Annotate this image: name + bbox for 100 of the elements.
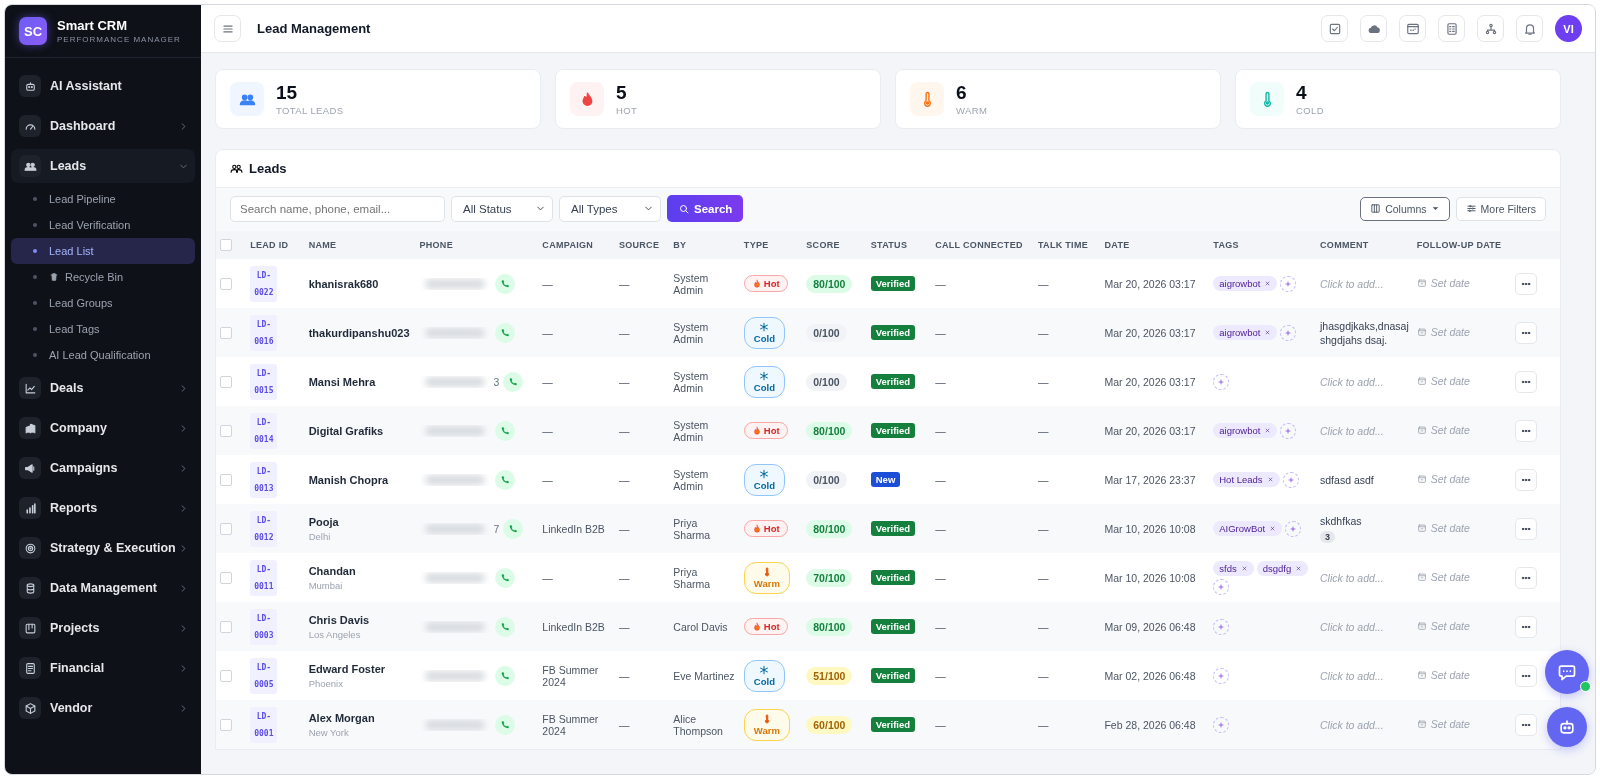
stat-value: 15 <box>276 82 299 102</box>
phone-digit: 3 <box>493 375 500 388</box>
lead-city: New York <box>308 726 350 738</box>
date-text: Mar 10, 2026 10:08 <box>1104 522 1196 535</box>
lead-type-badge: Hot <box>743 618 788 635</box>
owner-text: System Admin <box>673 467 709 492</box>
score-badge: 51/100 <box>806 666 853 685</box>
source-text: — <box>618 571 630 584</box>
sidebar-item[interactable]: Dashboard <box>11 109 195 143</box>
sidebar-subitem[interactable]: Lead List <box>11 238 195 264</box>
column-header: SCORE <box>806 240 840 250</box>
tag-chip: sfds <box>1213 560 1254 576</box>
sidebar-subitem[interactable]: Lead Groups <box>11 290 195 316</box>
stat-value: 5 <box>616 82 628 102</box>
lead-city: Phoenix <box>308 677 344 689</box>
tag-chip: aigrowbot <box>1213 423 1278 438</box>
sidebar-subitem[interactable]: Lead Pipeline <box>11 186 195 212</box>
score-badge: 80/100 <box>806 274 853 293</box>
stat-label: TOTAL LEADS <box>276 104 344 116</box>
call-connected-text: — <box>935 620 946 633</box>
panel-title: Leads <box>249 161 287 176</box>
column-header: TAGS <box>1213 240 1239 250</box>
sidebar-item[interactable]: Deals <box>11 371 195 405</box>
column-header: PHONE <box>419 240 453 250</box>
lead-name[interactable]: Alex Morgan <box>308 711 412 724</box>
sidebar-item[interactable]: Projects <box>11 611 195 645</box>
comment-count-badge: 3 <box>1320 531 1336 543</box>
sidebar-subitem[interactable]: Recycle Bin <box>11 264 195 290</box>
sidebar-item[interactable]: Financial <box>11 651 195 685</box>
app-subtitle: PERFORMANCE MANAGER <box>57 35 181 44</box>
lead-name[interactable]: Pooja <box>308 515 412 528</box>
search-button[interactable]: Search <box>667 195 744 222</box>
date-text: Feb 28, 2026 06:48 <box>1104 718 1196 731</box>
lead-name[interactable]: khanisrak680 <box>308 277 412 290</box>
owner-text: Alice Thompson <box>673 712 723 737</box>
sidebar-item[interactable]: Data Management <box>11 571 195 605</box>
sidebar-item[interactable]: Vendor <box>11 691 195 725</box>
sidebar-item[interactable]: Campaigns <box>11 451 195 485</box>
date-text: Mar 10, 2026 10:08 <box>1104 571 1196 584</box>
date-text: Mar 17, 2026 23:37 <box>1104 473 1196 486</box>
call-connected-text: — <box>935 375 946 388</box>
owner-text: System Admin <box>673 369 709 394</box>
lead-name[interactable]: Chris Davis <box>308 613 412 626</box>
lead-id-badge: LD- 0001 <box>250 706 278 743</box>
stat-label: WARM <box>956 104 988 116</box>
sidebar-item[interactable]: AI Assistant <box>11 69 195 103</box>
status-badge: Verified <box>870 717 916 732</box>
campaign-text: — <box>542 277 553 290</box>
campaign-text: — <box>542 424 553 437</box>
campaign-text: — <box>542 326 553 339</box>
comment-text[interactable]: sdfasd asdf <box>1320 472 1409 487</box>
status-badge: Verified <box>870 276 916 291</box>
sidebar-subitem[interactable]: Lead Tags <box>11 316 195 342</box>
search-field[interactable]: Search name, phone, email... <box>230 195 445 222</box>
phone-digit: 7 <box>493 522 500 535</box>
owner-text: Priya Sharma <box>673 516 711 541</box>
user-avatar[interactable]: VI <box>1555 15 1582 42</box>
sidebar-subitem[interactable]: Lead Verification <box>11 212 195 238</box>
filter-dropdown[interactable]: All Status <box>451 195 553 222</box>
talk-time-text: — <box>1037 473 1049 486</box>
tag-chip: aigrowbot <box>1213 276 1278 291</box>
source-text: — <box>618 522 630 535</box>
date-text: Mar 02, 2026 06:48 <box>1104 669 1196 682</box>
column-header: COMMENT <box>1320 240 1369 250</box>
column-header: NAME <box>308 240 337 250</box>
lead-type-badge: Hot <box>743 275 788 292</box>
campaign-text: FB Summer 2024 <box>542 663 599 688</box>
lead-name[interactable]: Edward Foster <box>308 662 412 675</box>
column-header: CAMPAIGN <box>542 240 594 250</box>
stat-value: 6 <box>956 82 968 102</box>
talk-time-text: — <box>1037 620 1049 633</box>
sidebar-item[interactable]: Company <box>11 411 195 445</box>
tag-chip: Hot Leads <box>1213 472 1280 487</box>
columns-button[interactable]: Columns <box>1360 196 1450 221</box>
filter-dropdown[interactable]: All Types <box>559 195 661 222</box>
lead-name[interactable]: Manish Chopra <box>308 473 412 486</box>
source-text: — <box>618 669 630 682</box>
date-text: Mar 20, 2026 03:17 <box>1104 375 1196 388</box>
comment-text[interactable]: skdhfkas <box>1320 514 1409 528</box>
lead-name[interactable]: Chandan <box>308 564 412 577</box>
talk-time-text: — <box>1037 571 1049 584</box>
page-title: Lead Management <box>257 21 372 36</box>
lead-name[interactable]: Mansi Mehra <box>308 375 412 388</box>
talk-time-text: — <box>1037 326 1049 339</box>
lead-type-badge: Warm <box>743 708 790 741</box>
lead-type-badge: Warm <box>743 561 790 594</box>
score-badge: 80/100 <box>806 519 853 538</box>
campaign-text: FB Summer 2024 <box>542 712 599 737</box>
stat-label: HOT <box>616 104 638 116</box>
sidebar-item[interactable]: Leads <box>11 149 195 183</box>
sidebar-item[interactable]: Reports <box>11 491 195 525</box>
score-badge: 0/100 <box>806 323 847 342</box>
column-header: CALL CONNECTED <box>935 240 1023 250</box>
sidebar-subitem[interactable]: AI Lead Qualification <box>11 342 195 368</box>
more-filters-button[interactable]: More Filters <box>1455 196 1546 221</box>
campaign-text: — <box>542 375 553 388</box>
sidebar-item[interactable]: Strategy & Execution <box>11 531 195 565</box>
score-badge: 60/100 <box>806 715 853 734</box>
owner-text: Eve Martinez <box>673 669 735 682</box>
logo: SC <box>19 17 47 45</box>
